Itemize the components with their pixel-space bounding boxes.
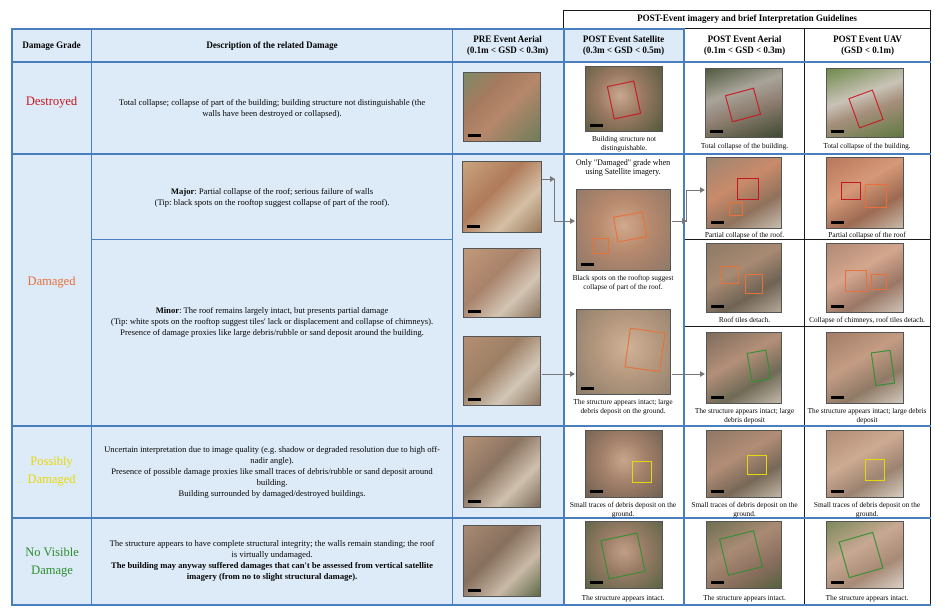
sat-possibly-image (585, 430, 663, 498)
col-header-pre-aerial: PRE Event Aerial (0.1m < GSD < 0.3m) (452, 34, 563, 56)
desc-minor-line: Minor: The roof remains largely intact, … (102, 305, 442, 316)
desc-major-label: Major (170, 186, 195, 196)
uav-damaged-minor1-caption: Collapse of chimneys, roof tiles detach. (809, 315, 925, 324)
uav-novisible-caption: The structure appears intact. (825, 593, 909, 602)
aer-damaged-major-caption: Partial collapse of the roof. (704, 230, 785, 239)
uav-novisible-image (826, 521, 904, 589)
col-header-post-uav: POST Event UAV (GSD < 0.1m) (805, 34, 930, 56)
desc-novisible-2: The building may anyway suffered damages… (111, 560, 433, 581)
desc-minor-proxies: Presence of damage proxies like large de… (120, 327, 424, 337)
desc-major-text: : Partial collapse of the roof; serious … (194, 186, 374, 196)
desc-destroyed: Total collapse; collapse of part of the … (118, 97, 426, 118)
sat-destroyed-image (585, 66, 663, 132)
sat-possibly-caption: Small traces of debris deposit on the gr… (569, 500, 677, 518)
pre-col-bg (452, 62, 564, 604)
grade-no-visible-damage: No Visible Damage (25, 545, 79, 577)
uav-damaged-minor2-image (826, 332, 904, 404)
desc-minor-label: Minor (155, 305, 180, 315)
aer-damaged-minor1-caption: Roof tiles detach. (718, 315, 771, 324)
aer-damaged-major-image (706, 157, 782, 229)
col-header-damage-grade: Damage Grade (22, 40, 81, 50)
sat-novisible-caption: The structure appears intact. (581, 593, 665, 602)
arrow-pre-to-sat-major (542, 176, 555, 182)
arrow-sat-to-aer-major-top (686, 187, 705, 193)
col-header-post-aerial: POST Event Aerial (0.1m < GSD < 0.3m) (685, 34, 804, 56)
sat-damaged-minor-image (576, 309, 671, 395)
col-header-aer-gsd: (0.1m < GSD < 0.3m) (703, 45, 786, 55)
sat-destroyed-caption: Building structure not distinguishable. (591, 134, 657, 152)
desc-possibly-2: Presence of possible damage proxies like… (111, 466, 433, 487)
sat-novisible-image (585, 521, 663, 589)
uav-destroyed-image (826, 68, 904, 138)
uav-destroyed-caption: Total collapse of the building. (823, 141, 911, 150)
desc-damaged-major: Major: Partial collapse of the roof; ser… (104, 186, 440, 208)
col-header-aer-title: POST Event Aerial (707, 34, 782, 44)
arrow-sat-to-aer-minor (672, 371, 705, 377)
grade-possibly-damaged: Possibly Damaged (27, 454, 76, 486)
col-header-sat-gsd: (0.3m < GSD < 0.5m) (582, 45, 665, 55)
pre-aerial-possibly-image (463, 436, 541, 508)
arrow-major-into-sat (554, 218, 575, 224)
aer-destroyed-caption: Total collapse of the building. (700, 141, 789, 150)
arrow-pre-to-sat-minor (542, 371, 575, 377)
uav-possibly-caption: Small traces of debris deposit on the gr… (813, 500, 921, 518)
sat-damaged-image (576, 189, 671, 271)
desc-major-tip: (Tip: black spots on the rooftop suggest… (154, 197, 390, 207)
sat-damaged-major-caption: Black spots on the rooftop suggest colla… (572, 273, 674, 291)
desc-possibly-1: Uncertain interpretation due to image qu… (104, 444, 440, 465)
aer-damaged-minor2-image (706, 332, 782, 404)
desc-novisible: The structure appears to have complete s… (106, 538, 438, 582)
aer-novisible-caption: The structure appears intact. (703, 593, 786, 602)
aer-damaged-minor2-caption: The structure appears intact; large debr… (694, 406, 795, 424)
pre-aerial-damaged-major-image (462, 161, 542, 233)
aer-novisible-image (706, 521, 782, 589)
desc-minor-text: : The roof remains largely intact, but p… (179, 305, 389, 315)
col-header-pre-gsd: (0.1m < GSD < 0.3m) (466, 45, 549, 55)
pre-aerial-damaged-minor1-image (463, 248, 541, 318)
aer-destroyed-image (705, 68, 783, 138)
sat-damaged-minor-caption: The structure appears intact; large debr… (573, 397, 673, 415)
uav-possibly-image (826, 430, 904, 498)
col-header-description: Description of the related Damage (206, 40, 338, 50)
desc-minor-tip: (Tip: white spots on the rooftop suggest… (110, 316, 434, 326)
pre-aerial-destroyed-image (463, 72, 541, 142)
aer-possibly-caption: Small traces of debris deposit on the gr… (691, 500, 798, 518)
pre-aerial-novisible-image (463, 525, 541, 597)
desc-possibly: Uncertain interpretation due to image qu… (98, 444, 446, 499)
desc-novisible-1: The structure appears to have complete s… (109, 538, 435, 559)
col-header-uav-gsd: (GSD < 0.1m) (841, 45, 894, 55)
sat-damaged-note: Only "Damaged" grade when using Satellit… (575, 158, 671, 176)
col-header-post-satellite: POST Event Satellite (0.3m < GSD < 0.5m) (564, 34, 683, 56)
desc-damaged-minor: Minor: The roof remains largely intact, … (102, 305, 442, 338)
desc-major-line: Major: Partial collapse of the roof; ser… (104, 186, 440, 197)
aer-possibly-image (706, 430, 782, 498)
arrow-sat-to-aer-major (672, 218, 687, 224)
uav-damaged-major-image (826, 157, 904, 229)
uav-damaged-major-caption: Partial collapse of the roof (828, 230, 906, 239)
grade-damaged: Damaged (27, 274, 76, 288)
desc-possibly-3: Building surrounded by damaged/destroyed… (178, 488, 366, 498)
aer-damaged-minor1-image (706, 243, 782, 313)
uav-damaged-minor1-image (826, 243, 904, 313)
grade-destroyed: Destroyed (25, 94, 78, 108)
pre-aerial-damaged-minor2-image (463, 336, 541, 406)
col-header-sat-title: POST Event Satellite (582, 34, 665, 44)
post-event-banner: POST-Event imagery and brief Interpretat… (637, 13, 857, 23)
arrow-major-vertical (554, 179, 555, 221)
col-header-uav-title: POST Event UAV (833, 34, 902, 44)
col-header-pre-title: PRE Event Aerial (473, 34, 542, 44)
uav-damaged-minor2-caption: The structure appears intact; large debr… (807, 406, 927, 424)
